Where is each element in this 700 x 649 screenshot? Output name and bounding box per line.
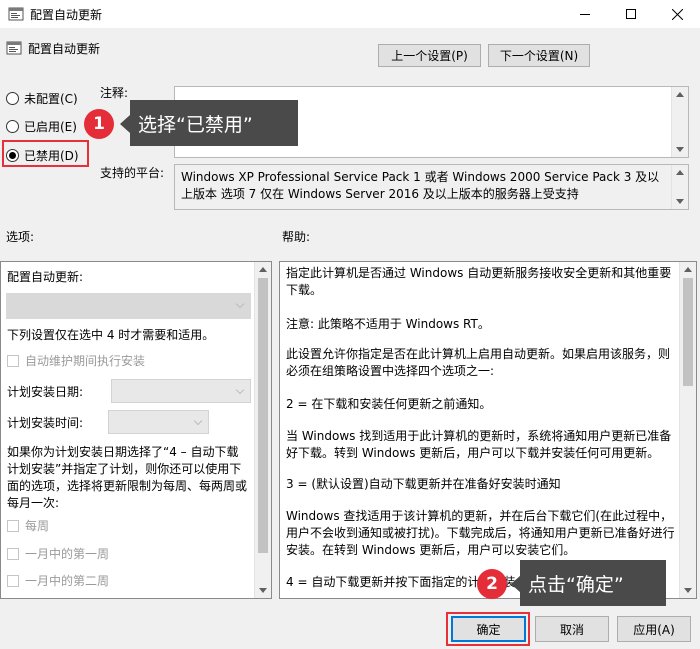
help-paragraph-2: 注意: 此策略不适用于 Windows RT。 <box>286 317 490 331</box>
disabled-highlight <box>2 140 89 167</box>
radio-not-configured[interactable]: 未配置(C) <box>6 90 78 107</box>
options-paragraph: 如果你为计划安装日期选择了“4 – 自动下载 计划安装”并指定了计划，则你还可以… <box>7 445 248 510</box>
close-button[interactable] <box>654 0 700 28</box>
scroll-down-icon[interactable] <box>259 588 267 593</box>
scroll-down-icon[interactable] <box>676 147 684 152</box>
radio-enabled-label: 已启用(E) <box>24 120 77 134</box>
schedule-day-dropdown[interactable] <box>111 379 251 403</box>
minimize-button[interactable] <box>562 0 608 28</box>
step-2-badge: 2 <box>477 569 507 599</box>
maintenance-checkbox-row[interactable]: 自动维护期间执行安装 <box>7 352 145 369</box>
radio-circle[interactable] <box>6 92 19 105</box>
step-2-tooltip: 点击“确定” <box>520 560 666 606</box>
scroll-down-icon[interactable] <box>684 588 692 593</box>
weekly-checkbox-row[interactable]: 每周 <box>7 517 49 534</box>
close-icon <box>671 8 683 20</box>
options-panel: 配置自动更新: 下列设置仅在选中 4 时才需要和适用。 自动维护期间执行安装 计… <box>0 261 272 599</box>
step-1-tooltip: 选择“已禁用” <box>130 100 298 146</box>
options-scrollbar[interactable] <box>254 262 271 598</box>
policy-app-icon <box>8 6 24 22</box>
maximize-icon <box>626 9 636 19</box>
options-heading: 配置自动更新: <box>7 270 84 284</box>
radio-circle[interactable] <box>6 120 19 133</box>
scroll-up-icon[interactable] <box>676 92 684 97</box>
options-scroll-thumb[interactable] <box>258 278 268 553</box>
help-paragraph-5: 当 Windows 找到适用于此计算机的更新时，系统将通知用户更新已准备好下载。… <box>286 429 672 460</box>
step-1-badge: 1 <box>84 109 114 139</box>
scroll-up-icon[interactable] <box>259 267 267 272</box>
radio-enabled[interactable]: 已启用(E) <box>6 118 77 135</box>
help-scroll-thumb[interactable] <box>683 278 693 386</box>
first-week-checkbox-row[interactable]: 一月中的第一周 <box>7 545 109 562</box>
apply-button[interactable]: 应用(A) <box>617 616 691 642</box>
next-setting-button[interactable]: 下一个设置(N) <box>488 44 590 67</box>
help-panel: 指定此计算机是否通过 Windows 自动更新服务接收安全更新和其他重要下载。 … <box>279 261 697 599</box>
comment-label: 注释: <box>100 86 129 100</box>
minimize-icon <box>580 14 590 15</box>
help-paragraph-4: 2 = 在下载和安装任何更新之前通知。 <box>286 397 492 411</box>
help-paragraph-3: 此设置允许你指定是否在此计算机上启用自动更新。如果启用该服务，则必须在组策略设置… <box>286 347 671 378</box>
schedule-day-label: 计划安装日期: <box>7 385 84 399</box>
maintenance-checkbox[interactable] <box>7 355 19 367</box>
radio-not-configured-label: 未配置(C) <box>24 92 78 106</box>
setting-icon <box>6 40 22 56</box>
weekly-checkbox[interactable] <box>7 520 19 532</box>
help-paragraph-6: 3 = (默认设置)自动下载更新并在准备好安装时通知 <box>286 477 561 491</box>
platform-box: Windows XP Professional Service Pack 1 或… <box>174 164 689 210</box>
scroll-down-icon[interactable] <box>676 199 684 204</box>
setting-title: 配置自动更新 <box>28 42 101 56</box>
platform-text: Windows XP Professional Service Pack 1 或… <box>181 170 660 201</box>
scroll-up-icon[interactable] <box>676 170 684 175</box>
help-scrollbar[interactable] <box>679 262 696 598</box>
second-week-checkbox[interactable] <box>7 575 19 587</box>
first-week-checkbox[interactable] <box>7 548 19 560</box>
help-paragraph-1: 指定此计算机是否通过 Windows 自动更新服务接收安全更新和其他重要下载。 <box>286 266 672 297</box>
ok-highlight <box>446 612 530 646</box>
schedule-time-dropdown[interactable] <box>108 410 209 434</box>
cancel-button[interactable]: 取消 <box>535 616 609 642</box>
options-label: 选项: <box>6 230 35 244</box>
help-label: 帮助: <box>282 230 311 244</box>
update-mode-dropdown[interactable] <box>6 293 251 319</box>
previous-setting-button[interactable]: 上一个设置(P) <box>378 44 481 67</box>
platform-label: 支持的平台: <box>100 166 165 180</box>
window-title: 配置自动更新 <box>30 8 103 22</box>
options-note: 下列设置仅在选中 4 时才需要和适用。 <box>7 328 215 342</box>
comment-scrollbar[interactable] <box>671 87 688 157</box>
second-week-checkbox-row[interactable]: 一月中的第二周 <box>7 572 109 589</box>
schedule-time-label: 计划安装时间: <box>7 416 84 430</box>
step-1-pointer <box>120 115 130 133</box>
help-paragraph-7: Windows 查找适用于该计算机的更新，并在后台下载它们(在此过程中，用户不会… <box>286 509 675 557</box>
platform-scrollbar[interactable] <box>671 165 688 209</box>
maximize-button[interactable] <box>608 0 654 28</box>
scroll-up-icon[interactable] <box>684 267 692 272</box>
